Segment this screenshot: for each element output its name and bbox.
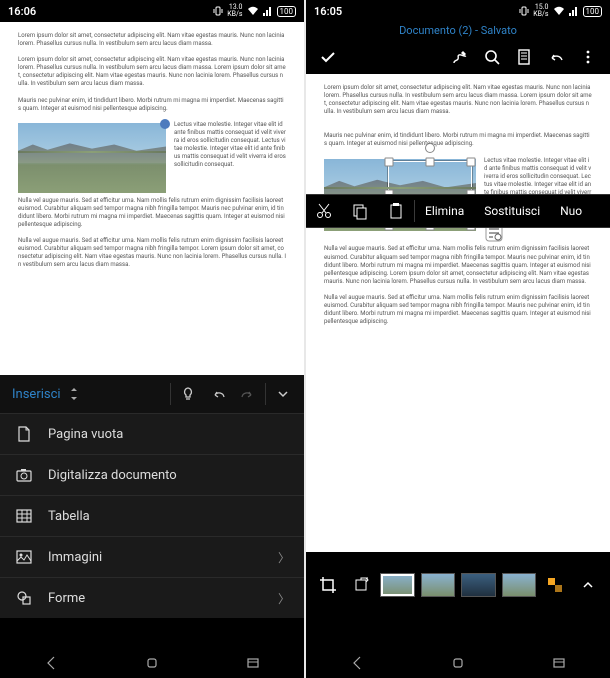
style-thumb[interactable] <box>380 573 415 597</box>
insert-sheet: Inserisci Pagina vuota Digitalizza docume… <box>0 375 304 618</box>
recents-button[interactable] <box>549 653 569 673</box>
home-button[interactable] <box>142 653 162 673</box>
style-thumb[interactable] <box>502 573 537 597</box>
paragraph: Nulla vel augue mauris. Sed at efficitur… <box>324 294 592 326</box>
paste-icon[interactable] <box>378 194 414 228</box>
document-title[interactable]: Documento (2) - Salvato <box>306 22 610 40</box>
text-cursor-handle[interactable] <box>158 117 172 131</box>
style-thumb[interactable] <box>421 573 456 597</box>
menu-item-camera[interactable]: Digitalizza documento <box>0 454 304 495</box>
status-bar: 16:06 13.0KB/s 100 <box>0 0 304 22</box>
menu-item-table[interactable]: Tabella <box>0 495 304 536</box>
paragraph: Nulla vel augue mauris. Sed at efficitur… <box>18 197 286 229</box>
paragraph: Lorem ipsum dolor sit amet, consectetur … <box>18 32 286 48</box>
menu-item-page-blank[interactable]: Pagina vuota <box>0 413 304 454</box>
paragraph: Mauris nec pulvinar enim, id tindidunt l… <box>18 97 286 113</box>
menu-item-shapes[interactable]: Forme 〉 <box>0 577 304 618</box>
shapes-icon <box>14 588 34 608</box>
resize-handle[interactable] <box>467 157 476 166</box>
edit-toolbar <box>306 40 610 74</box>
new-button[interactable]: Nuo <box>550 204 582 218</box>
sheet-header: Inserisci <box>0 375 304 413</box>
page-blank-icon <box>14 424 34 444</box>
chevron-right-icon: 〉 <box>278 590 290 607</box>
chevron-right-icon: 〉 <box>278 549 290 566</box>
picture-styles-bar <box>306 552 610 618</box>
redo-button[interactable] <box>233 379 263 409</box>
menu-item-image[interactable]: Immagini 〉 <box>0 536 304 577</box>
menu-item-label: Pagina vuota <box>48 427 123 442</box>
search-icon[interactable] <box>476 41 508 73</box>
android-nav-bar <box>306 648 610 678</box>
battery: 100 <box>277 6 297 17</box>
vibrate-icon <box>519 6 529 16</box>
paragraph: Lorem ipsum dolor sit amet, consectetur … <box>18 56 286 88</box>
menu-item-label: Tabella <box>48 509 90 524</box>
expand-styles-button[interactable] <box>572 568 605 602</box>
home-button[interactable] <box>448 653 468 673</box>
paragraph: Nulla vel augue mauris. Sed at efficitur… <box>18 237 286 269</box>
menu-item-label: Forme <box>48 591 85 606</box>
phone-right: 16:05 15.0KB/s 100 Documento (2) - Salva… <box>306 0 610 648</box>
done-button[interactable] <box>312 41 344 73</box>
resize-handle[interactable] <box>385 157 394 166</box>
data-rate: 15.0KB/s <box>533 4 548 18</box>
replace-button[interactable]: Sostituisci <box>474 204 550 218</box>
style-thumb[interactable] <box>461 573 496 597</box>
recents-button[interactable] <box>243 653 263 673</box>
expand-icon[interactable] <box>69 387 79 401</box>
cut-icon[interactable] <box>306 194 342 228</box>
signal-icon <box>263 6 273 16</box>
wifi-icon <box>247 6 259 16</box>
menu-item-label: Digitalizza documento <box>48 468 177 483</box>
table-icon <box>14 506 34 526</box>
crop-icon[interactable] <box>312 568 345 602</box>
android-nav-bar <box>0 648 304 678</box>
collapse-sheet-button[interactable] <box>268 379 298 409</box>
rotate-handle[interactable] <box>425 143 435 153</box>
menu-item-label: Immagini <box>48 550 102 565</box>
battery: 100 <box>583 6 603 17</box>
context-menu: Elimina Sostituisci Nuo <box>306 194 610 228</box>
reading-view-icon[interactable] <box>508 41 540 73</box>
ribbon-tab-selector[interactable]: Inserisci <box>6 387 67 402</box>
document-page[interactable]: Lorem ipsum dolor sit amet, consectetur … <box>306 74 610 580</box>
back-button[interactable] <box>347 653 367 673</box>
status-bar: 16:05 15.0KB/s 100 <box>306 0 610 22</box>
draw-icon[interactable] <box>444 41 476 73</box>
lightbulb-icon[interactable] <box>173 379 203 409</box>
resize-handle[interactable] <box>426 157 435 166</box>
document-page[interactable]: Lorem ipsum dolor sit amet, consectetur … <box>0 22 304 388</box>
rotate-icon[interactable] <box>345 568 378 602</box>
paragraph: Mauris nec pulvinar enim, id tindidunt l… <box>324 132 592 148</box>
paragraph: Nulla vel augue mauris. Sed at efficitur… <box>324 245 592 285</box>
more-icon[interactable] <box>572 41 604 73</box>
paragraph: Lorem ipsum dolor sit amet, consectetur … <box>324 84 592 116</box>
clock: 16:05 <box>314 5 342 18</box>
clock: 16:06 <box>8 5 36 18</box>
vibrate-icon <box>213 6 223 16</box>
undo-button[interactable] <box>203 379 233 409</box>
copy-icon[interactable] <box>342 194 378 228</box>
wifi-icon <box>553 6 565 16</box>
undo-button[interactable] <box>540 41 572 73</box>
wrap-text-icon[interactable] <box>539 568 572 602</box>
delete-button[interactable]: Elimina <box>415 204 474 218</box>
signal-icon <box>569 6 579 16</box>
data-rate: 13.0KB/s <box>227 4 242 18</box>
phone-left: 16:06 13.0KB/s 100 Lorem ipsum dolor sit… <box>0 0 304 648</box>
back-button[interactable] <box>41 653 61 673</box>
camera-icon <box>14 465 34 485</box>
inline-image[interactable] <box>18 123 166 193</box>
image-icon <box>14 547 34 567</box>
